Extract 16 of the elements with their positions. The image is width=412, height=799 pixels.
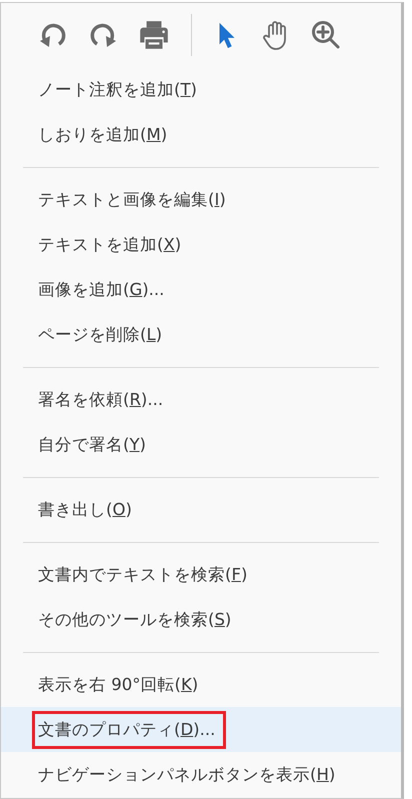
menu-item[interactable]: 表示を右 90°回転(K) [1,662,401,707]
menu-item[interactable]: テキストと画像を編集(I) [1,177,401,222]
menu-item[interactable]: 文書のプロパティ(D)... [1,707,401,752]
menu-item[interactable]: 画像を追加(G)... [1,267,401,312]
zoom-in-icon[interactable] [310,19,342,51]
printer-icon[interactable] [137,18,171,52]
menu-item[interactable]: 署名を依頼(R)... [1,377,401,422]
menu-item[interactable]: 自分で署名(Y) [1,422,401,467]
menu-item[interactable]: ナビゲーションパネルボタンを表示(H) [1,752,401,797]
menu-item[interactable]: しおりを追加(M) [1,112,401,157]
menu-item[interactable]: 書き出し(O) [1,487,401,532]
menu-item[interactable]: その他のツールを検索(S) [1,597,401,642]
menu-item[interactable]: ページを削除(L) [1,312,401,357]
menu-item[interactable]: 文書内でテキストを検索(F) [1,552,401,597]
menu-item[interactable]: ノート注釈を追加(T) [1,67,401,112]
menu-item[interactable]: テキストを追加(X) [1,222,401,267]
